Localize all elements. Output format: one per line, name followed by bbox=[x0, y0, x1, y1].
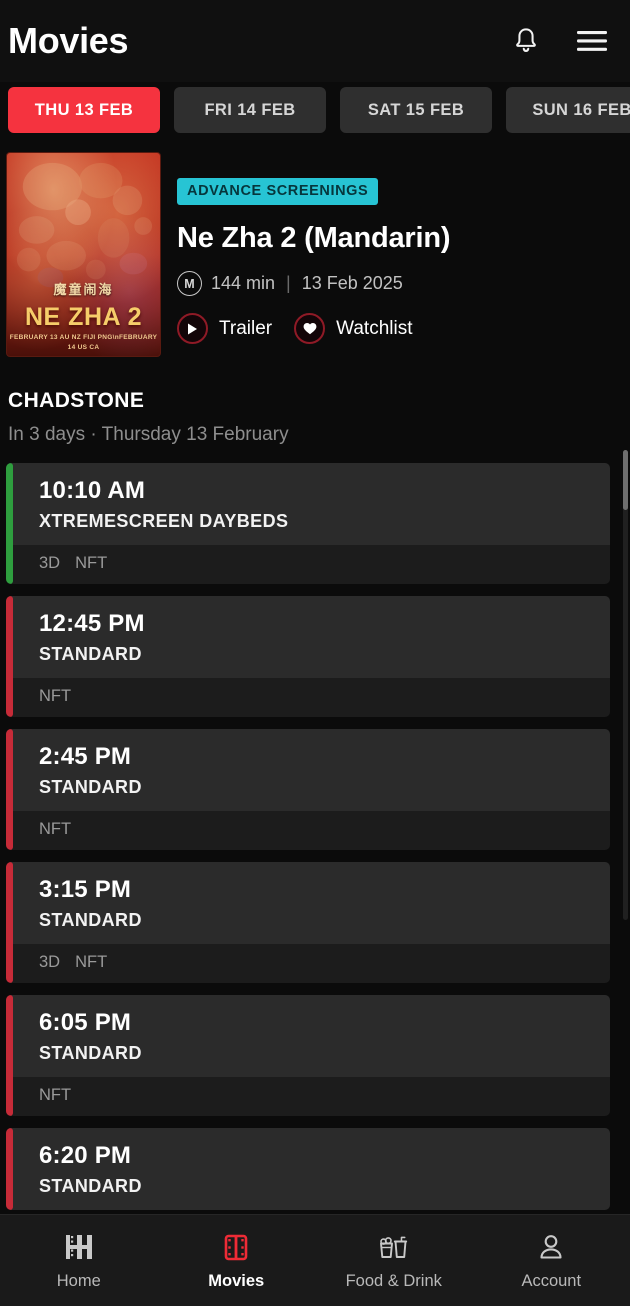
nav-item-movies[interactable]: Movies bbox=[158, 1230, 316, 1291]
movie-meta-row: M 144 min | 13 Feb 2025 bbox=[177, 271, 620, 296]
session-card-main: 6:20 PM STANDARD bbox=[6, 1128, 610, 1210]
classification-rating: M bbox=[177, 271, 202, 296]
session-tag: NFT bbox=[39, 820, 72, 838]
session-availability-accent bbox=[6, 463, 13, 584]
advance-screenings-badge: ADVANCE SCREENINGS bbox=[177, 178, 379, 205]
cinema-session-date: In 3 days · Thursday 13 February bbox=[8, 424, 289, 445]
movie-details: ADVANCE SCREENINGS Ne Zha 2 (Mandarin) M… bbox=[177, 152, 620, 357]
session-card[interactable]: 6:20 PM STANDARD bbox=[6, 1128, 610, 1210]
nav-label-home: Home bbox=[56, 1272, 101, 1290]
nav-label-movies: Movies bbox=[208, 1272, 265, 1290]
menu-button[interactable] bbox=[574, 23, 610, 59]
session-list: 10:10 AM XTREMESCREEN DAYBEDS 3D NFT 12:… bbox=[0, 463, 630, 1210]
session-availability-accent bbox=[6, 995, 13, 1116]
watchlist-label: Watchlist bbox=[336, 317, 413, 339]
session-tag: 3D bbox=[39, 554, 61, 572]
session-time: 6:20 PM bbox=[39, 1142, 132, 1169]
movie-actions: Trailer Watchlist bbox=[177, 313, 620, 344]
session-card-main: 12:45 PM STANDARD bbox=[6, 596, 610, 678]
app-header: Movies bbox=[0, 0, 630, 82]
date-tab-thu-13-feb[interactable]: THU 13 FEB bbox=[8, 87, 160, 133]
scrollbar-thumb[interactable] bbox=[623, 450, 628, 510]
date-tab-fri-14-feb[interactable]: FRI 14 FEB bbox=[174, 87, 326, 133]
watchlist-button[interactable]: Watchlist bbox=[294, 313, 413, 344]
date-tab-sun-16-feb[interactable]: SUN 16 FEB bbox=[506, 87, 630, 133]
session-card[interactable]: 2:45 PM STANDARD NFT bbox=[6, 729, 610, 850]
cinema-name: CHADSTONE bbox=[8, 389, 145, 412]
session-card-main: 6:05 PM STANDARD bbox=[6, 995, 610, 1077]
poster-release-text: FEBRUARY 13 AU NZ FIJI PNG\nFEBRUARY 14 … bbox=[9, 334, 158, 351]
session-card-main: 3:15 PM STANDARD bbox=[6, 862, 610, 944]
session-tags: 3D NFT bbox=[6, 545, 610, 584]
nav-item-home[interactable]: Home bbox=[0, 1230, 158, 1291]
session-format: STANDARD bbox=[39, 1176, 142, 1196]
session-format: STANDARD bbox=[39, 910, 142, 930]
session-format: STANDARD bbox=[39, 1043, 142, 1063]
session-tags: NFT bbox=[6, 678, 610, 717]
session-time: 10:10 AM bbox=[39, 477, 146, 504]
nav-item-account[interactable]: Account bbox=[473, 1230, 630, 1291]
session-format: STANDARD bbox=[39, 644, 142, 664]
session-time: 6:05 PM bbox=[39, 1009, 132, 1036]
person-icon bbox=[536, 1230, 566, 1264]
notifications-button[interactable] bbox=[508, 23, 544, 59]
hoyts-h-filmstrip-icon bbox=[64, 1230, 94, 1264]
popcorn-drink-icon bbox=[378, 1230, 410, 1264]
session-time: 2:45 PM bbox=[39, 743, 132, 770]
session-availability-accent bbox=[6, 596, 13, 717]
session-card[interactable]: 3:15 PM STANDARD 3D NFT bbox=[6, 862, 610, 983]
session-availability-accent bbox=[6, 1128, 13, 1210]
poster-title-text: NE ZHA 2 bbox=[25, 303, 142, 331]
session-tags: 3D NFT bbox=[6, 944, 610, 983]
session-tag: NFT bbox=[39, 1086, 72, 1104]
session-tag: NFT bbox=[39, 687, 72, 705]
meta-separator: | bbox=[286, 273, 291, 293]
scrollbar-track[interactable] bbox=[623, 450, 628, 920]
session-card-main: 2:45 PM STANDARD bbox=[6, 729, 610, 811]
session-availability-accent bbox=[6, 862, 13, 983]
session-format: STANDARD bbox=[39, 777, 142, 797]
session-tag: NFT bbox=[75, 554, 108, 572]
app-screen: Movies THU 13 FEB FRI 14 FEB SAT 15 FEB … bbox=[0, 0, 630, 1306]
movie-release-date: 13 Feb 2025 bbox=[301, 273, 403, 293]
session-tags: NFT bbox=[6, 811, 610, 850]
heart-icon bbox=[294, 313, 326, 344]
session-card[interactable]: 12:45 PM STANDARD NFT bbox=[6, 596, 610, 717]
bell-icon bbox=[516, 28, 536, 52]
play-icon bbox=[177, 313, 208, 344]
movie-poster[interactable]: 魔童闹海 NE ZHA 2 FEBRUARY 13 AU NZ FIJI PNG… bbox=[6, 152, 161, 357]
trailer-label: Trailer bbox=[219, 317, 273, 339]
nav-label-food-drink: Food & Drink bbox=[345, 1272, 442, 1290]
nav-label-account: Account bbox=[521, 1272, 582, 1290]
session-tag: NFT bbox=[75, 953, 108, 971]
session-format: XTREMESCREEN DAYBEDS bbox=[39, 511, 289, 531]
session-card[interactable]: 10:10 AM XTREMESCREEN DAYBEDS 3D NFT bbox=[6, 463, 610, 584]
movie-summary: 魔童闹海 NE ZHA 2 FEBRUARY 13 AU NZ FIJI PNG… bbox=[0, 138, 630, 357]
session-tag: 3D bbox=[39, 953, 61, 971]
date-tab-bar[interactable]: THU 13 FEB FRI 14 FEB SAT 15 FEB SUN 16 … bbox=[0, 82, 630, 138]
hamburger-menu-icon bbox=[577, 31, 607, 51]
header-actions bbox=[508, 23, 610, 59]
film-strip-icon bbox=[221, 1230, 251, 1264]
trailer-button[interactable]: Trailer bbox=[177, 313, 272, 344]
page-title: Movies bbox=[8, 20, 129, 61]
session-tags: NFT bbox=[6, 1077, 610, 1116]
movie-duration: 144 min bbox=[211, 273, 276, 293]
date-tab-sat-15-feb[interactable]: SAT 15 FEB bbox=[340, 87, 492, 133]
session-card-main: 10:10 AM XTREMESCREEN DAYBEDS bbox=[6, 463, 610, 545]
nav-item-food-drink[interactable]: Food & Drink bbox=[315, 1230, 473, 1291]
session-card[interactable]: 6:05 PM STANDARD NFT bbox=[6, 995, 610, 1116]
bottom-navigation: Home Movies Food & Drink Account bbox=[0, 1214, 630, 1306]
session-time: 12:45 PM bbox=[39, 610, 145, 637]
session-availability-accent bbox=[6, 729, 13, 850]
session-time: 3:15 PM bbox=[39, 876, 132, 903]
movie-title: Ne Zha 2 (Mandarin) bbox=[177, 222, 451, 254]
poster-chinese-text: 魔童闹海 bbox=[53, 282, 114, 297]
